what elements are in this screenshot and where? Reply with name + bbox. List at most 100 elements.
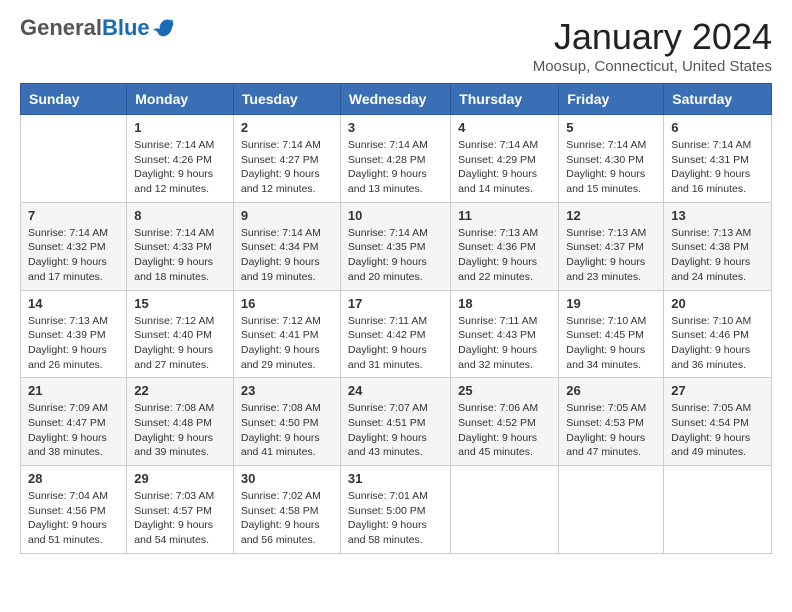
cell-sun-info: Sunrise: 7:14 AMSunset: 4:31 PMDaylight:… xyxy=(671,138,764,197)
day-number: 29 xyxy=(134,471,226,486)
day-number: 17 xyxy=(348,296,443,311)
cell-sun-info: Sunrise: 7:02 AMSunset: 4:58 PMDaylight:… xyxy=(241,489,333,548)
logo-bird-icon xyxy=(152,18,174,38)
calendar-cell xyxy=(451,466,559,554)
day-number: 27 xyxy=(671,383,764,398)
day-number: 12 xyxy=(566,208,656,223)
calendar-cell: 11 Sunrise: 7:13 AMSunset: 4:36 PMDayligh… xyxy=(451,202,559,290)
day-number: 25 xyxy=(458,383,551,398)
weekday-header-saturday: Saturday xyxy=(664,84,772,115)
day-number: 2 xyxy=(241,120,333,135)
weekday-header-sunday: Sunday xyxy=(21,84,127,115)
day-number: 9 xyxy=(241,208,333,223)
cell-sun-info: Sunrise: 7:05 AMSunset: 4:54 PMDaylight:… xyxy=(671,401,764,460)
calendar-cell: 18 Sunrise: 7:11 AMSunset: 4:43 PMDayligh… xyxy=(451,290,559,378)
cell-sun-info: Sunrise: 7:12 AMSunset: 4:40 PMDaylight:… xyxy=(134,314,226,373)
cell-sun-info: Sunrise: 7:06 AMSunset: 4:52 PMDaylight:… xyxy=(458,401,551,460)
day-number: 10 xyxy=(348,208,443,223)
calendar-cell: 17 Sunrise: 7:11 AMSunset: 4:42 PMDayligh… xyxy=(340,290,450,378)
cell-sun-info: Sunrise: 7:01 AMSunset: 5:00 PMDaylight:… xyxy=(348,489,443,548)
cell-sun-info: Sunrise: 7:14 AMSunset: 4:30 PMDaylight:… xyxy=(566,138,656,197)
weekday-header-row: SundayMondayTuesdayWednesdayThursdayFrid… xyxy=(21,84,772,115)
calendar-cell: 26 Sunrise: 7:05 AMSunset: 4:53 PMDayligh… xyxy=(559,378,664,466)
day-number: 31 xyxy=(348,471,443,486)
cell-sun-info: Sunrise: 7:14 AMSunset: 4:27 PMDaylight:… xyxy=(241,138,333,197)
cell-sun-info: Sunrise: 7:12 AMSunset: 4:41 PMDaylight:… xyxy=(241,314,333,373)
calendar-cell xyxy=(559,466,664,554)
cell-sun-info: Sunrise: 7:09 AMSunset: 4:47 PMDaylight:… xyxy=(28,401,119,460)
day-number: 30 xyxy=(241,471,333,486)
day-number: 15 xyxy=(134,296,226,311)
week-row-4: 21Sunrise: 7:09 AMSunset: 4:47 PMDayligh… xyxy=(21,378,772,466)
cell-sun-info: Sunrise: 7:05 AMSunset: 4:53 PMDaylight:… xyxy=(566,401,656,460)
cell-sun-info: Sunrise: 7:10 AMSunset: 4:46 PMDaylight:… xyxy=(671,314,764,373)
weekday-header-wednesday: Wednesday xyxy=(340,84,450,115)
logo-blue-text: Blue xyxy=(102,15,150,40)
day-number: 19 xyxy=(566,296,656,311)
cell-sun-info: Sunrise: 7:04 AMSunset: 4:56 PMDaylight:… xyxy=(28,489,119,548)
day-number: 22 xyxy=(134,383,226,398)
day-number: 3 xyxy=(348,120,443,135)
calendar-cell: 30 Sunrise: 7:02 AMSunset: 4:58 PMDayligh… xyxy=(233,466,340,554)
day-number: 16 xyxy=(241,296,333,311)
calendar-cell: 12 Sunrise: 7:13 AMSunset: 4:37 PMDayligh… xyxy=(559,202,664,290)
weekday-header-friday: Friday xyxy=(559,84,664,115)
day-number: 26 xyxy=(566,383,656,398)
day-number: 11 xyxy=(458,208,551,223)
calendar-cell: 8 Sunrise: 7:14 AMSunset: 4:33 PMDaylight… xyxy=(127,202,234,290)
cell-sun-info: Sunrise: 7:14 AMSunset: 4:33 PMDaylight:… xyxy=(134,226,226,285)
day-number: 23 xyxy=(241,383,333,398)
cell-sun-info: Sunrise: 7:14 AMSunset: 4:29 PMDaylight:… xyxy=(458,138,551,197)
weekday-header-monday: Monday xyxy=(127,84,234,115)
calendar-cell: 27 Sunrise: 7:05 AMSunset: 4:54 PMDayligh… xyxy=(664,378,772,466)
calendar-cell: 13Sunrise: 7:13 AMSunset: 4:38 PMDayligh… xyxy=(664,202,772,290)
calendar-cell: 1Sunrise: 7:14 AMSunset: 4:26 PMDaylight… xyxy=(127,115,234,203)
week-row-3: 14Sunrise: 7:13 AMSunset: 4:39 PMDayligh… xyxy=(21,290,772,378)
cell-sun-info: Sunrise: 7:08 AMSunset: 4:48 PMDaylight:… xyxy=(134,401,226,460)
calendar-cell: 21Sunrise: 7:09 AMSunset: 4:47 PMDayligh… xyxy=(21,378,127,466)
calendar-cell: 9 Sunrise: 7:14 AMSunset: 4:34 PMDaylight… xyxy=(233,202,340,290)
calendar-cell: 20Sunrise: 7:10 AMSunset: 4:46 PMDayligh… xyxy=(664,290,772,378)
calendar-cell: 2 Sunrise: 7:14 AMSunset: 4:27 PMDaylight… xyxy=(233,115,340,203)
day-number: 8 xyxy=(134,208,226,223)
day-number: 4 xyxy=(458,120,551,135)
cell-sun-info: Sunrise: 7:11 AMSunset: 4:43 PMDaylight:… xyxy=(458,314,551,373)
calendar-cell: 24 Sunrise: 7:07 AMSunset: 4:51 PMDayligh… xyxy=(340,378,450,466)
calendar-cell: 6 Sunrise: 7:14 AMSunset: 4:31 PMDaylight… xyxy=(664,115,772,203)
location: Moosup, Connecticut, United States xyxy=(533,58,772,75)
day-number: 5 xyxy=(566,120,656,135)
cell-sun-info: Sunrise: 7:13 AMSunset: 4:37 PMDaylight:… xyxy=(566,226,656,285)
cell-sun-info: Sunrise: 7:14 AMSunset: 4:32 PMDaylight:… xyxy=(28,226,119,285)
calendar-cell: 22 Sunrise: 7:08 AMSunset: 4:48 PMDayligh… xyxy=(127,378,234,466)
calendar-table: SundayMondayTuesdayWednesdayThursdayFrid… xyxy=(20,83,772,554)
cell-sun-info: Sunrise: 7:14 AMSunset: 4:35 PMDaylight:… xyxy=(348,226,443,285)
day-number: 28 xyxy=(28,471,119,486)
day-number: 6 xyxy=(671,120,764,135)
cell-sun-info: Sunrise: 7:10 AMSunset: 4:45 PMDaylight:… xyxy=(566,314,656,373)
cell-sun-info: Sunrise: 7:11 AMSunset: 4:42 PMDaylight:… xyxy=(348,314,443,373)
day-number: 18 xyxy=(458,296,551,311)
day-number: 13 xyxy=(671,208,764,223)
week-row-5: 28 Sunrise: 7:04 AMSunset: 4:56 PMDayligh… xyxy=(21,466,772,554)
cell-sun-info: Sunrise: 7:14 AMSunset: 4:34 PMDaylight:… xyxy=(241,226,333,285)
day-number: 24 xyxy=(348,383,443,398)
week-row-1: 1Sunrise: 7:14 AMSunset: 4:26 PMDaylight… xyxy=(21,115,772,203)
calendar-cell: 28 Sunrise: 7:04 AMSunset: 4:56 PMDayligh… xyxy=(21,466,127,554)
calendar-cell: 31 Sunrise: 7:01 AMSunset: 5:00 PMDayligh… xyxy=(340,466,450,554)
cell-sun-info: Sunrise: 7:13 AMSunset: 4:36 PMDaylight:… xyxy=(458,226,551,285)
calendar-cell: 19 Sunrise: 7:10 AMSunset: 4:45 PMDayligh… xyxy=(559,290,664,378)
calendar-cell: 25 Sunrise: 7:06 AMSunset: 4:52 PMDayligh… xyxy=(451,378,559,466)
weekday-header-tuesday: Tuesday xyxy=(233,84,340,115)
calendar-cell: 7 Sunrise: 7:14 AMSunset: 4:32 PMDaylight… xyxy=(21,202,127,290)
cell-sun-info: Sunrise: 7:03 AMSunset: 4:57 PMDaylight:… xyxy=(134,489,226,548)
calendar-cell: 4 Sunrise: 7:14 AMSunset: 4:29 PMDaylight… xyxy=(451,115,559,203)
calendar-cell xyxy=(21,115,127,203)
calendar-cell: 16 Sunrise: 7:12 AMSunset: 4:41 PMDayligh… xyxy=(233,290,340,378)
cell-sun-info: Sunrise: 7:13 AMSunset: 4:39 PMDaylight:… xyxy=(28,314,119,373)
day-number: 7 xyxy=(28,208,119,223)
cell-sun-info: Sunrise: 7:07 AMSunset: 4:51 PMDaylight:… xyxy=(348,401,443,460)
calendar-cell: 5 Sunrise: 7:14 AMSunset: 4:30 PMDaylight… xyxy=(559,115,664,203)
calendar-cell: 3Sunrise: 7:14 AMSunset: 4:28 PMDaylight… xyxy=(340,115,450,203)
weekday-header-thursday: Thursday xyxy=(451,84,559,115)
logo-general-text: General xyxy=(20,15,102,40)
